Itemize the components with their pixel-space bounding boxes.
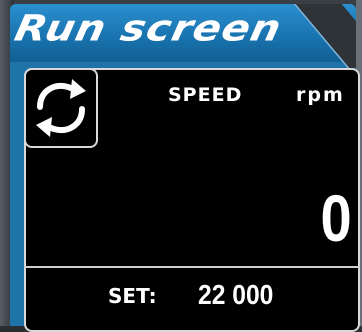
screen-title: Run screen <box>11 7 286 50</box>
toggle-button[interactable] <box>24 68 98 148</box>
refresh-arrows-icon <box>36 79 86 137</box>
unit-label: rpm <box>296 84 345 106</box>
speed-value: 0 <box>320 181 352 255</box>
setpoint-value[interactable]: 22 000 <box>198 279 273 311</box>
panel-divider <box>24 266 360 268</box>
setpoint-label: SET: <box>108 284 157 308</box>
speed-panel[interactable]: SPEED rpm 0 SET: 22 000 <box>24 68 360 332</box>
speed-label: SPEED <box>168 84 243 106</box>
